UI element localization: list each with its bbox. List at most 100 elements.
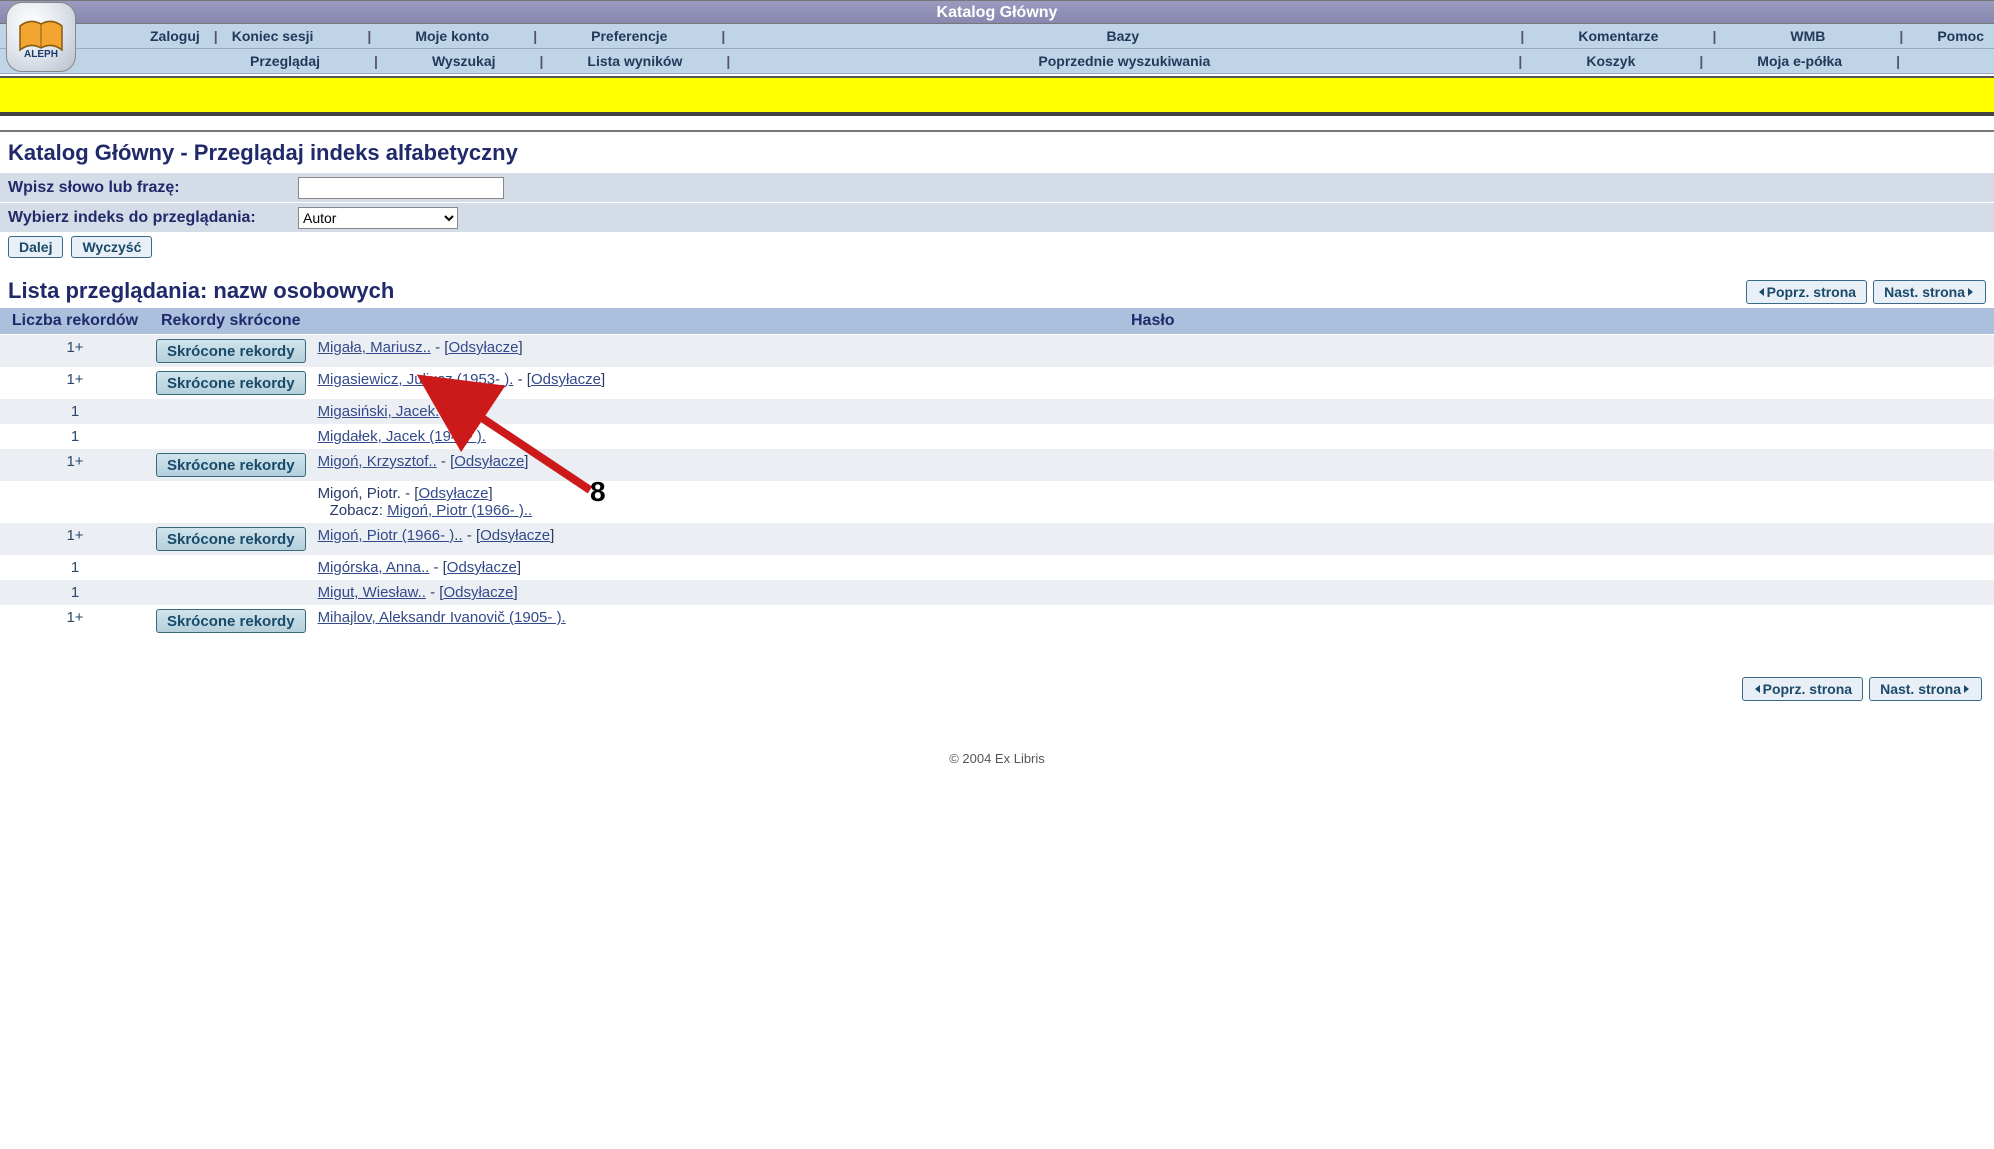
heading-link[interactable]: Migasiewicz, Juliusz (1953- ).	[318, 371, 514, 388]
cell-count: 1+	[0, 449, 150, 481]
nav-row-1: Zaloguj | Koniec sesji | Moje konto | Pr…	[0, 24, 1994, 49]
nav-lista-wynikow[interactable]: Lista wyników	[587, 53, 682, 69]
cell-count: 1+	[0, 523, 150, 555]
heading-link[interactable]: Migdałek, Jacek (1949- ).	[318, 428, 486, 445]
short-records-button[interactable]: Skrócone rekordy	[156, 609, 306, 633]
index-select[interactable]: Autor	[298, 207, 458, 229]
col-heading: Hasło	[312, 308, 1994, 335]
nav-pomoc[interactable]: Pomoc	[1937, 28, 1984, 44]
form-row-phrase: Wpisz słowo lub frazę:	[0, 172, 1994, 202]
see-line: Zobacz: Migoń, Piotr (1966- )..	[318, 502, 1988, 519]
app-title-bar: Katalog Główny	[0, 0, 1994, 24]
next-page-button[interactable]: Nast. strona	[1873, 280, 1986, 304]
nav-przegladaj[interactable]: Przeglądaj	[250, 53, 320, 69]
next-page-button-bottom[interactable]: Nast. strona	[1869, 677, 1982, 701]
table-row: Migoń, Piotr. - [Odsyłacze]Zobacz: Migoń…	[0, 481, 1994, 523]
nav-row-2: Przeglądaj | Wyszukaj | Lista wyników | …	[0, 49, 1994, 74]
nav-zaloguj[interactable]: Zaloguj	[150, 28, 200, 44]
annotation-label: 8	[590, 476, 606, 508]
prev-page-button[interactable]: Poprz. strona	[1746, 280, 1867, 304]
cell-short	[150, 424, 312, 449]
nav-preferencje[interactable]: Preferencje	[591, 28, 667, 44]
heading-text: Migoń, Piotr.	[318, 485, 401, 502]
references-link[interactable]: Odsyłacze	[447, 559, 517, 576]
chevron-right-icon	[1965, 287, 1975, 297]
cell-heading: Migórska, Anna.. - [Odsyłacze]	[312, 555, 1994, 580]
heading-link[interactable]: Migut, Wiesław..	[318, 584, 426, 601]
cell-count: 1+	[0, 335, 150, 368]
clear-button[interactable]: Wyczyść	[71, 236, 152, 258]
table-row: 1+Skrócone rekordy Migoń, Piotr (1966- ).…	[0, 523, 1994, 555]
nav-wmb[interactable]: WMB	[1790, 28, 1825, 44]
table-row: 1+Skrócone rekordyMigała, Mariusz.. - [O…	[0, 335, 1994, 368]
heading-link[interactable]: Migoń, Piotr (1966- )..	[318, 527, 463, 544]
phrase-label: Wpisz słowo lub frazę:	[8, 179, 298, 197]
app-title: Katalog Główny	[937, 4, 1058, 21]
table-row: 1Migórska, Anna.. - [Odsyłacze]	[0, 555, 1994, 580]
cell-heading: Migała, Mariusz.. - [Odsyłacze]	[312, 335, 1994, 368]
references-link[interactable]: Odsyłacze	[480, 527, 550, 544]
cell-count	[0, 481, 150, 523]
references-link[interactable]: Odsyłacze	[418, 485, 488, 502]
table-row: 1+Skrócone rekordy Mihajlov, Aleksandr Iv…	[0, 605, 1994, 637]
nav-komentarze[interactable]: Komentarze	[1578, 28, 1658, 44]
nav-wrap: ALEPH Zaloguj | Koniec sesji | Moje kont…	[0, 24, 1994, 74]
aleph-logo: ALEPH	[6, 2, 76, 72]
cell-short: Skrócone rekordy	[150, 335, 312, 368]
cell-heading: Migdałek, Jacek (1949- ).	[312, 424, 1994, 449]
cell-heading: Migasiewicz, Juliusz (1953- ). - [Odsyła…	[312, 367, 1994, 399]
short-records-button[interactable]: Skrócone rekordy	[156, 527, 306, 551]
form-row-index: Wybierz indeks do przeglądania: Autor	[0, 202, 1994, 232]
index-label: Wybierz indeks do przeglądania:	[8, 209, 298, 227]
nav-poprzednie-wyszukiwania[interactable]: Poprzednie wyszukiwania	[1038, 53, 1210, 69]
cell-heading: Migasiński, Jacek.	[312, 399, 1994, 424]
nav-koniec-sesji[interactable]: Koniec sesji	[232, 28, 314, 44]
cell-short	[150, 580, 312, 605]
cell-heading: Migut, Wiesław.. - [Odsyłacze]	[312, 580, 1994, 605]
col-short: Rekordy skrócone	[150, 308, 312, 335]
heading-link[interactable]: Migoń, Krzysztof..	[318, 453, 437, 470]
form-buttons: Dalej Wyczyść	[0, 232, 1994, 262]
nav-moja-epolka[interactable]: Moja e-półka	[1757, 53, 1842, 69]
svg-text:ALEPH: ALEPH	[24, 49, 58, 58]
phrase-input[interactable]	[298, 177, 504, 199]
cell-count: 1	[0, 399, 150, 424]
cell-short: Skrócone rekordy	[150, 367, 312, 399]
table-row: 1+Skrócone rekordyMigasiewicz, Juliusz (…	[0, 367, 1994, 399]
see-link[interactable]: Migoń, Piotr (1966- )..	[387, 502, 532, 519]
browse-table: Liczba rekordów Rekordy skrócone Hasło 1…	[0, 308, 1994, 637]
table-row: 1+Skrócone rekordyMigoń, Krzysztof.. - […	[0, 449, 1994, 481]
cell-count: 1+	[0, 605, 150, 637]
nav-bazy[interactable]: Bazy	[1107, 28, 1140, 44]
pager-bottom: Poprz. strona Nast. strona	[0, 637, 1994, 711]
prev-page-button-bottom[interactable]: Poprz. strona	[1742, 677, 1863, 701]
short-records-button[interactable]: Skrócone rekordy	[156, 371, 306, 395]
list-header: Lista przeglądania: nazw osobowych Poprz…	[0, 262, 1994, 308]
chevron-left-icon	[1753, 684, 1763, 694]
short-records-button[interactable]: Skrócone rekordy	[156, 453, 306, 477]
references-link[interactable]: Odsyłacze	[454, 453, 524, 470]
nav-koszyk[interactable]: Koszyk	[1586, 53, 1635, 69]
col-count: Liczba rekordów	[0, 308, 150, 335]
table-row: 1 Migasiński, Jacek.	[0, 399, 1994, 424]
references-link[interactable]: Odsyłacze	[448, 339, 518, 356]
page-title: Katalog Główny - Przeglądaj indeks alfab…	[0, 132, 1994, 172]
go-button[interactable]: Dalej	[8, 236, 63, 258]
references-link[interactable]: Odsyłacze	[443, 584, 513, 601]
copyright: © 2004 Ex Libris	[0, 711, 1994, 786]
nav-wyszukaj[interactable]: Wyszukaj	[432, 53, 496, 69]
heading-link[interactable]: Mihajlov, Aleksandr Ivanovič (1905- ).	[318, 609, 566, 626]
references-link[interactable]: Odsyłacze	[531, 371, 601, 388]
short-records-button[interactable]: Skrócone rekordy	[156, 339, 306, 363]
chevron-left-icon	[1757, 287, 1767, 297]
heading-link[interactable]: Migasiński, Jacek.	[318, 403, 440, 420]
table-row: 1Migut, Wiesław.. - [Odsyłacze]	[0, 580, 1994, 605]
cell-short: Skrócone rekordy	[150, 523, 312, 555]
heading-link[interactable]: Migórska, Anna..	[318, 559, 430, 576]
cell-count: 1+	[0, 367, 150, 399]
cell-heading: Mihajlov, Aleksandr Ivanovič (1905- ).	[312, 605, 1994, 637]
heading-link[interactable]: Migała, Mariusz..	[318, 339, 431, 356]
chevron-right-icon	[1961, 684, 1971, 694]
nav-moje-konto[interactable]: Moje konto	[415, 28, 489, 44]
cell-heading: Migoń, Piotr. - [Odsyłacze]Zobacz: Migoń…	[312, 481, 1994, 523]
